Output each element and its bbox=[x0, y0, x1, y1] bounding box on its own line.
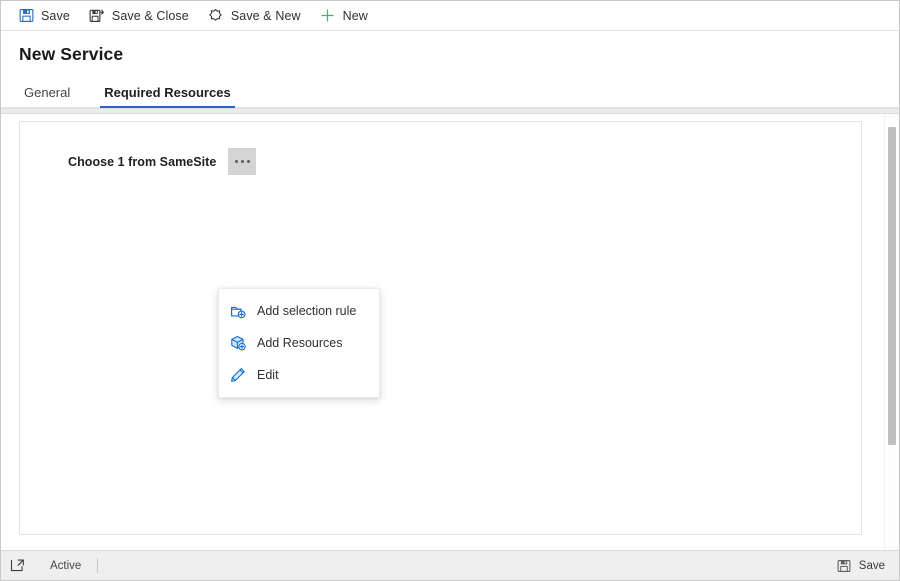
add-resources-box-icon bbox=[230, 335, 246, 351]
new-service-window: Save Save & Close Save & New New New Ser… bbox=[0, 0, 900, 581]
menu-item-edit-label: Edit bbox=[257, 368, 279, 382]
new-button[interactable]: New bbox=[316, 2, 377, 30]
required-resources-panel: Choose 1 from SameSite bbox=[19, 121, 862, 535]
overflow-ellipsis-button[interactable] bbox=[228, 148, 257, 175]
save-floppy-icon bbox=[18, 8, 34, 24]
canvas-scrollbar-thumb[interactable] bbox=[888, 127, 896, 445]
status-bar: Active Save bbox=[1, 550, 899, 580]
status-divider bbox=[97, 558, 99, 573]
save-floppy-icon bbox=[837, 558, 852, 573]
menu-item-add-selection-rule-label: Add selection rule bbox=[257, 304, 357, 318]
save-and-close-icon bbox=[89, 8, 105, 24]
new-button-label: New bbox=[342, 8, 368, 23]
save-and-close-button[interactable]: Save & Close bbox=[85, 2, 198, 30]
menu-item-add-resources-label: Add Resources bbox=[257, 336, 343, 350]
ellipsis-icon bbox=[234, 160, 250, 163]
expand-popout-icon[interactable] bbox=[9, 558, 25, 574]
status-bar-left: Active bbox=[9, 558, 99, 574]
status-save-button[interactable]: Save bbox=[837, 558, 889, 573]
form-body: Choose 1 from SameSite Add selection rul… bbox=[1, 114, 899, 550]
save-and-new-icon bbox=[208, 8, 224, 24]
tab-required-resources[interactable]: Required Resources bbox=[100, 85, 236, 108]
menu-item-add-selection-rule[interactable]: Add selection rule bbox=[219, 295, 379, 327]
add-selection-rule-icon bbox=[230, 303, 246, 319]
save-and-new-button[interactable]: Save & New bbox=[204, 2, 310, 30]
form-header: New Service General Required Resources bbox=[1, 31, 899, 108]
save-button-label: Save bbox=[41, 8, 70, 23]
page-title: New Service bbox=[19, 44, 124, 64]
save-and-close-button-label: Save & Close bbox=[111, 8, 189, 23]
status-state-label: Active bbox=[50, 559, 82, 572]
menu-item-edit[interactable]: Edit bbox=[219, 359, 379, 391]
tab-general[interactable]: General bbox=[20, 85, 74, 108]
requirement-row: Choose 1 from SameSite bbox=[68, 148, 257, 175]
pencil-edit-icon bbox=[230, 367, 246, 383]
command-bar: Save Save & Close Save & New New bbox=[1, 1, 899, 31]
save-and-new-button-label: Save & New bbox=[230, 8, 301, 23]
plus-icon bbox=[320, 8, 336, 24]
tab-strip: General Required Resources bbox=[19, 78, 899, 108]
save-button[interactable]: Save bbox=[14, 2, 79, 30]
menu-item-add-resources[interactable]: Add Resources bbox=[219, 327, 379, 359]
requirement-label: Choose 1 from SameSite bbox=[68, 154, 217, 169]
canvas-scrollbar[interactable] bbox=[884, 114, 899, 550]
status-save-label: Save bbox=[858, 559, 885, 572]
overflow-context-menu: Add selection rule Add Resources Edit bbox=[218, 288, 380, 398]
